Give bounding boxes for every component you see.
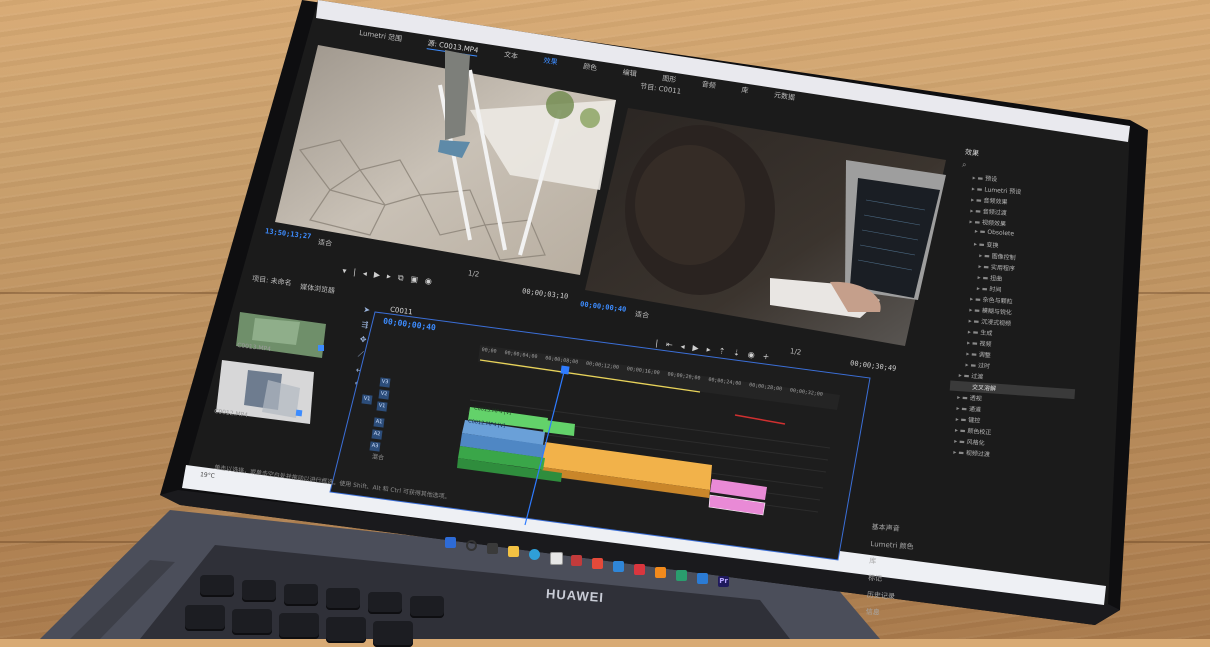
essential-sound-tab[interactable]: 基本声音: [871, 522, 915, 535]
effects-folder[interactable]: 过时: [965, 360, 990, 370]
effects-folder[interactable]: 键控: [955, 414, 980, 425]
effects-title[interactable]: 效果: [964, 147, 980, 159]
screen: Lumetri 范围 源: C0013.MP4 文本 效果 颜色 编辑 图形 音…: [0, 0, 1210, 639]
track-target-v1[interactable]: V1: [361, 394, 373, 405]
effects-folder[interactable]: Obsolete: [975, 228, 1014, 238]
effects-item-selected: 交叉溶解: [971, 384, 997, 393]
edge-icon[interactable]: [529, 549, 540, 560]
track-mix-label: 混合: [371, 453, 385, 462]
app-icon[interactable]: [676, 570, 687, 581]
effects-folder[interactable]: 调整: [966, 349, 991, 359]
premiere-pro-icon[interactable]: Pr: [718, 576, 729, 587]
effects-folder[interactable]: 音频效果: [971, 195, 1008, 206]
effects-folder[interactable]: 透视: [957, 392, 982, 403]
effects-item[interactable]: 扭曲: [977, 272, 1002, 283]
file-explorer-icon[interactable]: [508, 546, 519, 557]
app-icon[interactable]: [613, 561, 624, 572]
app-icon[interactable]: [655, 567, 666, 578]
search-icon[interactable]: [466, 540, 477, 551]
panel-list: 基本声音 Lumetri 颜色 库 标记 历史记录 信息: [865, 522, 915, 620]
lumetri-color-tab[interactable]: Lumetri 颜色: [870, 539, 914, 552]
effects-folder[interactable]: 视频过渡: [953, 447, 990, 459]
track-header-v2[interactable]: V2: [378, 389, 390, 400]
effects-folder[interactable]: 模糊与锐化: [969, 305, 1012, 317]
effects-folder[interactable]: 视频效果: [969, 216, 1006, 228]
wps-icon[interactable]: [634, 564, 645, 575]
windows-start-icon[interactable]: [445, 537, 456, 548]
track-header-v3[interactable]: V3: [379, 377, 391, 388]
store-icon[interactable]: [550, 552, 563, 565]
effects-folder[interactable]: 颜色校正: [955, 425, 992, 437]
effects-folder[interactable]: 风格化: [954, 436, 985, 447]
track-header-a1[interactable]: A1: [373, 417, 385, 428]
vscode-icon[interactable]: [697, 573, 708, 584]
track-header-a2[interactable]: A2: [371, 429, 383, 440]
app-icon[interactable]: [571, 555, 582, 566]
effects-folder[interactable]: 生成: [968, 327, 993, 337]
app-icon[interactable]: [592, 558, 603, 569]
history-tab[interactable]: 历史记录: [867, 590, 911, 603]
effects-folder[interactable]: 沉浸式视频: [968, 316, 1011, 327]
effects-folder[interactable]: 视频: [967, 338, 992, 348]
markers-tab[interactable]: 标记: [868, 573, 912, 586]
effects-folder[interactable]: 过渡: [959, 370, 984, 381]
task-view-icon[interactable]: [487, 543, 498, 554]
effects-folder[interactable]: 音频过渡: [970, 205, 1007, 217]
libraries-tab[interactable]: 库: [869, 556, 913, 569]
effects-folder[interactable]: 通道: [956, 403, 981, 414]
effects-folder[interactable]: 预设: [972, 173, 997, 183]
effects-item[interactable]: 时间: [977, 283, 1002, 294]
effects-folder[interactable]: 变换: [974, 239, 999, 250]
track-header-a3[interactable]: A3: [369, 441, 381, 452]
effects-item[interactable]: 实用程序: [978, 261, 1015, 273]
effects-folder[interactable]: 杂色与颗粒: [970, 294, 1013, 306]
track-header-v1[interactable]: V1: [376, 401, 388, 412]
effects-item[interactable]: 图像控制: [979, 250, 1016, 262]
